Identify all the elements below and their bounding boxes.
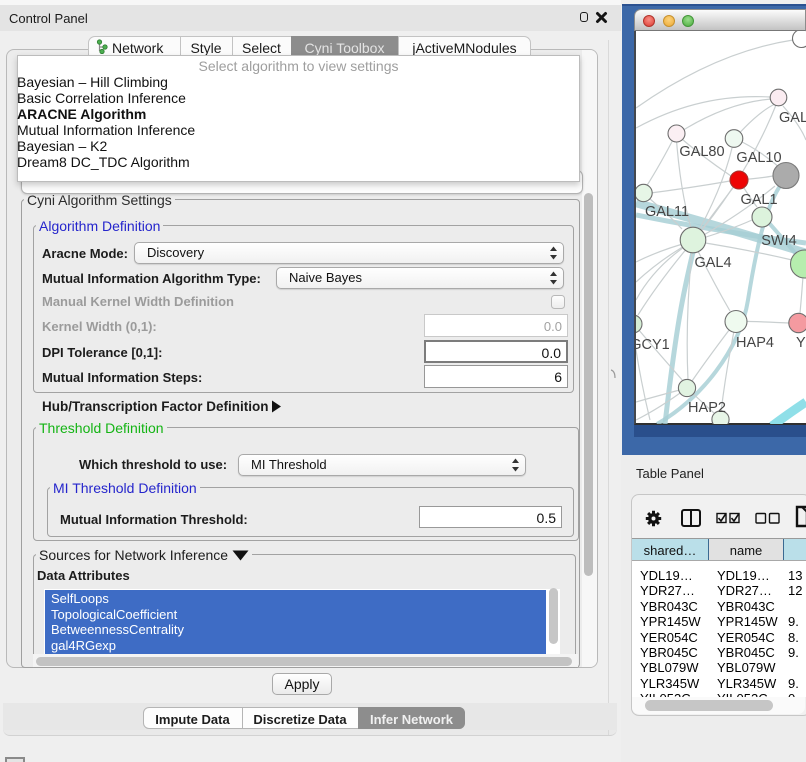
svg-text:YM: YM [796, 335, 806, 351]
svg-text:HAP2: HAP2 [688, 400, 726, 416]
svg-text:HAP4: HAP4 [736, 335, 774, 351]
svg-text:GAL4: GAL4 [694, 255, 731, 271]
svg-text:GAL10: GAL10 [736, 150, 781, 166]
svg-text:GAL1: GAL1 [740, 192, 777, 208]
svg-text:GCY1: GCY1 [636, 337, 670, 353]
svg-text:GAL7: GAL7 [779, 110, 806, 126]
svg-text:GAL11: GAL11 [645, 204, 689, 220]
svg-text:GAL80: GAL80 [679, 144, 724, 160]
svg-text:SWI4: SWI4 [761, 233, 796, 249]
